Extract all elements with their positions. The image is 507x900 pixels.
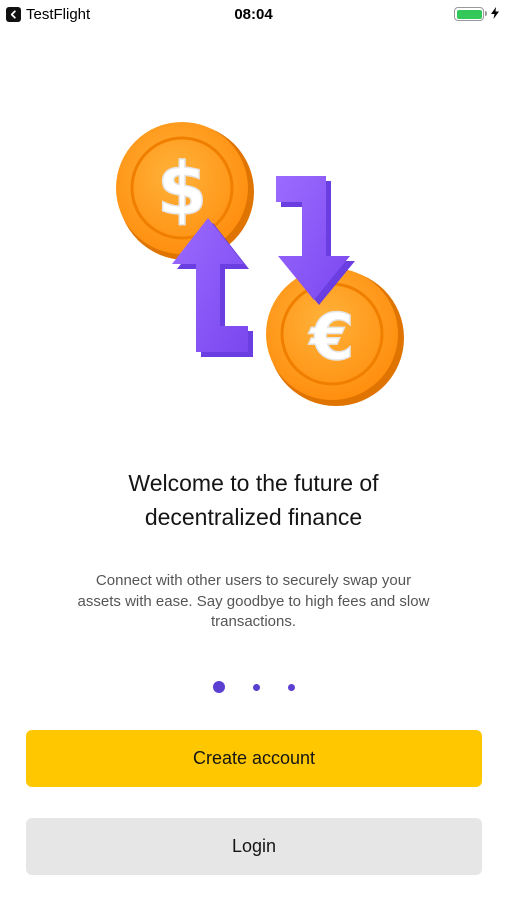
status-bar: TestFlight 08:04 — [0, 0, 507, 28]
create-account-button[interactable]: Create account — [26, 730, 482, 787]
headline-line-2: decentralized finance — [144, 504, 363, 530]
back-to-app[interactable]: TestFlight — [6, 6, 90, 23]
euro-symbol: € — [308, 301, 355, 375]
description-line-3: transactions. — [210, 613, 297, 630]
currency-swap-illustration: $ € — [100, 108, 410, 418]
onboarding-screen: TestFlight 08:04 $ € Welcome to the futu… — [0, 0, 507, 900]
back-app-name[interactable]: TestFlight — [26, 6, 90, 23]
charging-bolt-icon — [491, 6, 499, 23]
page-dot-2[interactable] — [252, 683, 260, 691]
page-dot-3[interactable] — [287, 683, 295, 691]
dollar-symbol: $ — [157, 147, 207, 231]
euro-coin-icon: € — [266, 268, 404, 406]
status-right — [454, 6, 499, 23]
headline-line-1: Welcome to the future of — [128, 470, 379, 496]
back-chevron-icon[interactable] — [6, 6, 21, 22]
page-indicator — [0, 680, 507, 694]
description-line-2: assets with ease. Say goodbye to high fe… — [77, 592, 430, 610]
dollar-coin-icon: $ — [116, 122, 254, 260]
description-line-1: Connect with other users to securely swa… — [95, 572, 412, 589]
onboarding-headline: Welcome to the future of decentralized f… — [60, 466, 447, 534]
battery-icon — [454, 7, 487, 21]
onboarding-description: Connect with other users to securely swa… — [40, 571, 467, 633]
page-dot-1-active[interactable] — [212, 681, 225, 693]
login-button[interactable]: Login — [26, 818, 482, 875]
